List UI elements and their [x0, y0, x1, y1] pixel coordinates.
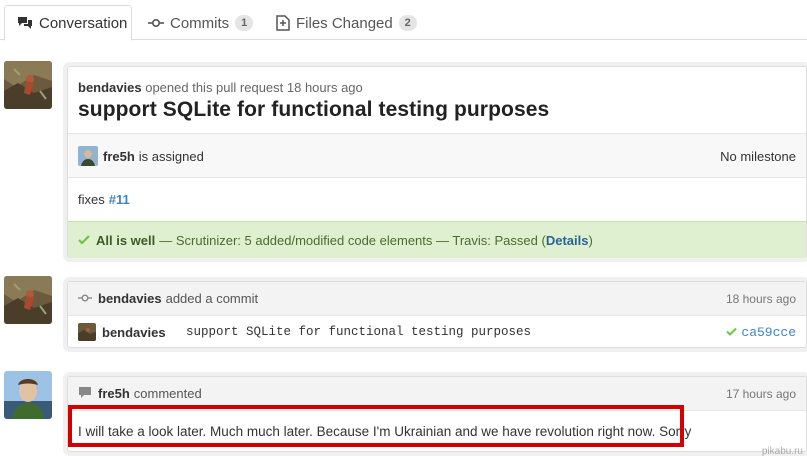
tab-label: Conversation: [39, 14, 128, 32]
commit-event-author[interactable]: bendavies: [98, 291, 162, 306]
status-close-paren: ): [588, 232, 593, 248]
commit-event-time[interactable]: 18 hours ago: [726, 292, 796, 306]
milestone-label[interactable]: No milestone: [720, 149, 796, 164]
status-details-link[interactable]: Details: [546, 233, 589, 248]
pr-author-link[interactable]: bendavies: [78, 80, 142, 95]
commit-avatar[interactable]: [78, 323, 96, 341]
tab-label: Files Changed: [296, 14, 393, 32]
comment-author[interactable]: fre5h: [98, 386, 130, 401]
pr-title: support SQLite for functional testing pu…: [78, 98, 550, 121]
commit-author-avatar[interactable]: [4, 276, 52, 324]
pr-meta: bendavies opened this pull request 18 ho…: [68, 80, 806, 95]
commit-row: bendavies support SQLite for functional …: [68, 316, 806, 348]
assignee-avatar[interactable]: [78, 146, 98, 166]
comment-action: commented: [133, 386, 202, 401]
conversation-icon: [17, 16, 33, 30]
assignee-row: fre5h is assigned No milestone: [68, 134, 806, 178]
commit-icon: [148, 17, 164, 29]
comment-time[interactable]: 17 hours ago: [726, 387, 796, 401]
commit-event-box: bendavies added a commit 18 hours ago be…: [67, 281, 807, 348]
pull-request-box: bendavies opened this pull request 18 ho…: [67, 66, 807, 258]
pr-opened-text: opened this pull request 18 hours ago: [145, 80, 363, 95]
commit-event-header: bendavies added a commit 18 hours ago: [68, 282, 806, 316]
commit-sha-text[interactable]: ca59cce: [741, 325, 796, 340]
status-description: — Scrutinizer: 5 added/modified code ele…: [159, 233, 593, 248]
tab-label: Commits: [170, 14, 230, 32]
ci-status-bar: All is well — Scrutinizer: 5 added/modif…: [68, 221, 806, 258]
status-ok-text: All is well: [96, 232, 156, 248]
commit-message[interactable]: support SQLite for functional testing pu…: [186, 325, 531, 339]
commit-event-action: added a commit: [165, 291, 259, 306]
status-desc-text: — Scrutinizer: 5 added/modified code ele…: [159, 232, 546, 248]
red-highlight-box: [68, 405, 684, 447]
comment-icon: [78, 386, 92, 402]
pr-tabs: Conversation Commits 1 Files Changed 2: [0, 0, 807, 41]
tab-commits[interactable]: Commits 1: [136, 5, 265, 41]
watermark: pikabu.ru: [761, 446, 803, 457]
files-count-badge: 2: [398, 15, 417, 31]
commits-count-badge: 1: [235, 15, 254, 31]
commit-sha[interactable]: ca59cce: [726, 325, 796, 340]
check-icon: [78, 233, 90, 248]
description-text: fixes: [78, 192, 105, 207]
issue-link[interactable]: #11: [109, 192, 130, 207]
assigned-text: is assigned: [138, 148, 204, 164]
assignee-name[interactable]: fre5h: [103, 149, 135, 164]
file-diff-icon: [276, 15, 290, 31]
commit-icon: [78, 291, 92, 306]
check-icon: [726, 325, 738, 340]
tab-conversation[interactable]: Conversation: [4, 5, 132, 41]
tab-files-changed[interactable]: Files Changed 2: [264, 5, 429, 41]
pr-description: fixes #11: [68, 178, 806, 221]
author-avatar[interactable]: [4, 61, 52, 109]
commit-author[interactable]: bendavies: [102, 325, 186, 340]
commenter-avatar[interactable]: [4, 371, 52, 419]
